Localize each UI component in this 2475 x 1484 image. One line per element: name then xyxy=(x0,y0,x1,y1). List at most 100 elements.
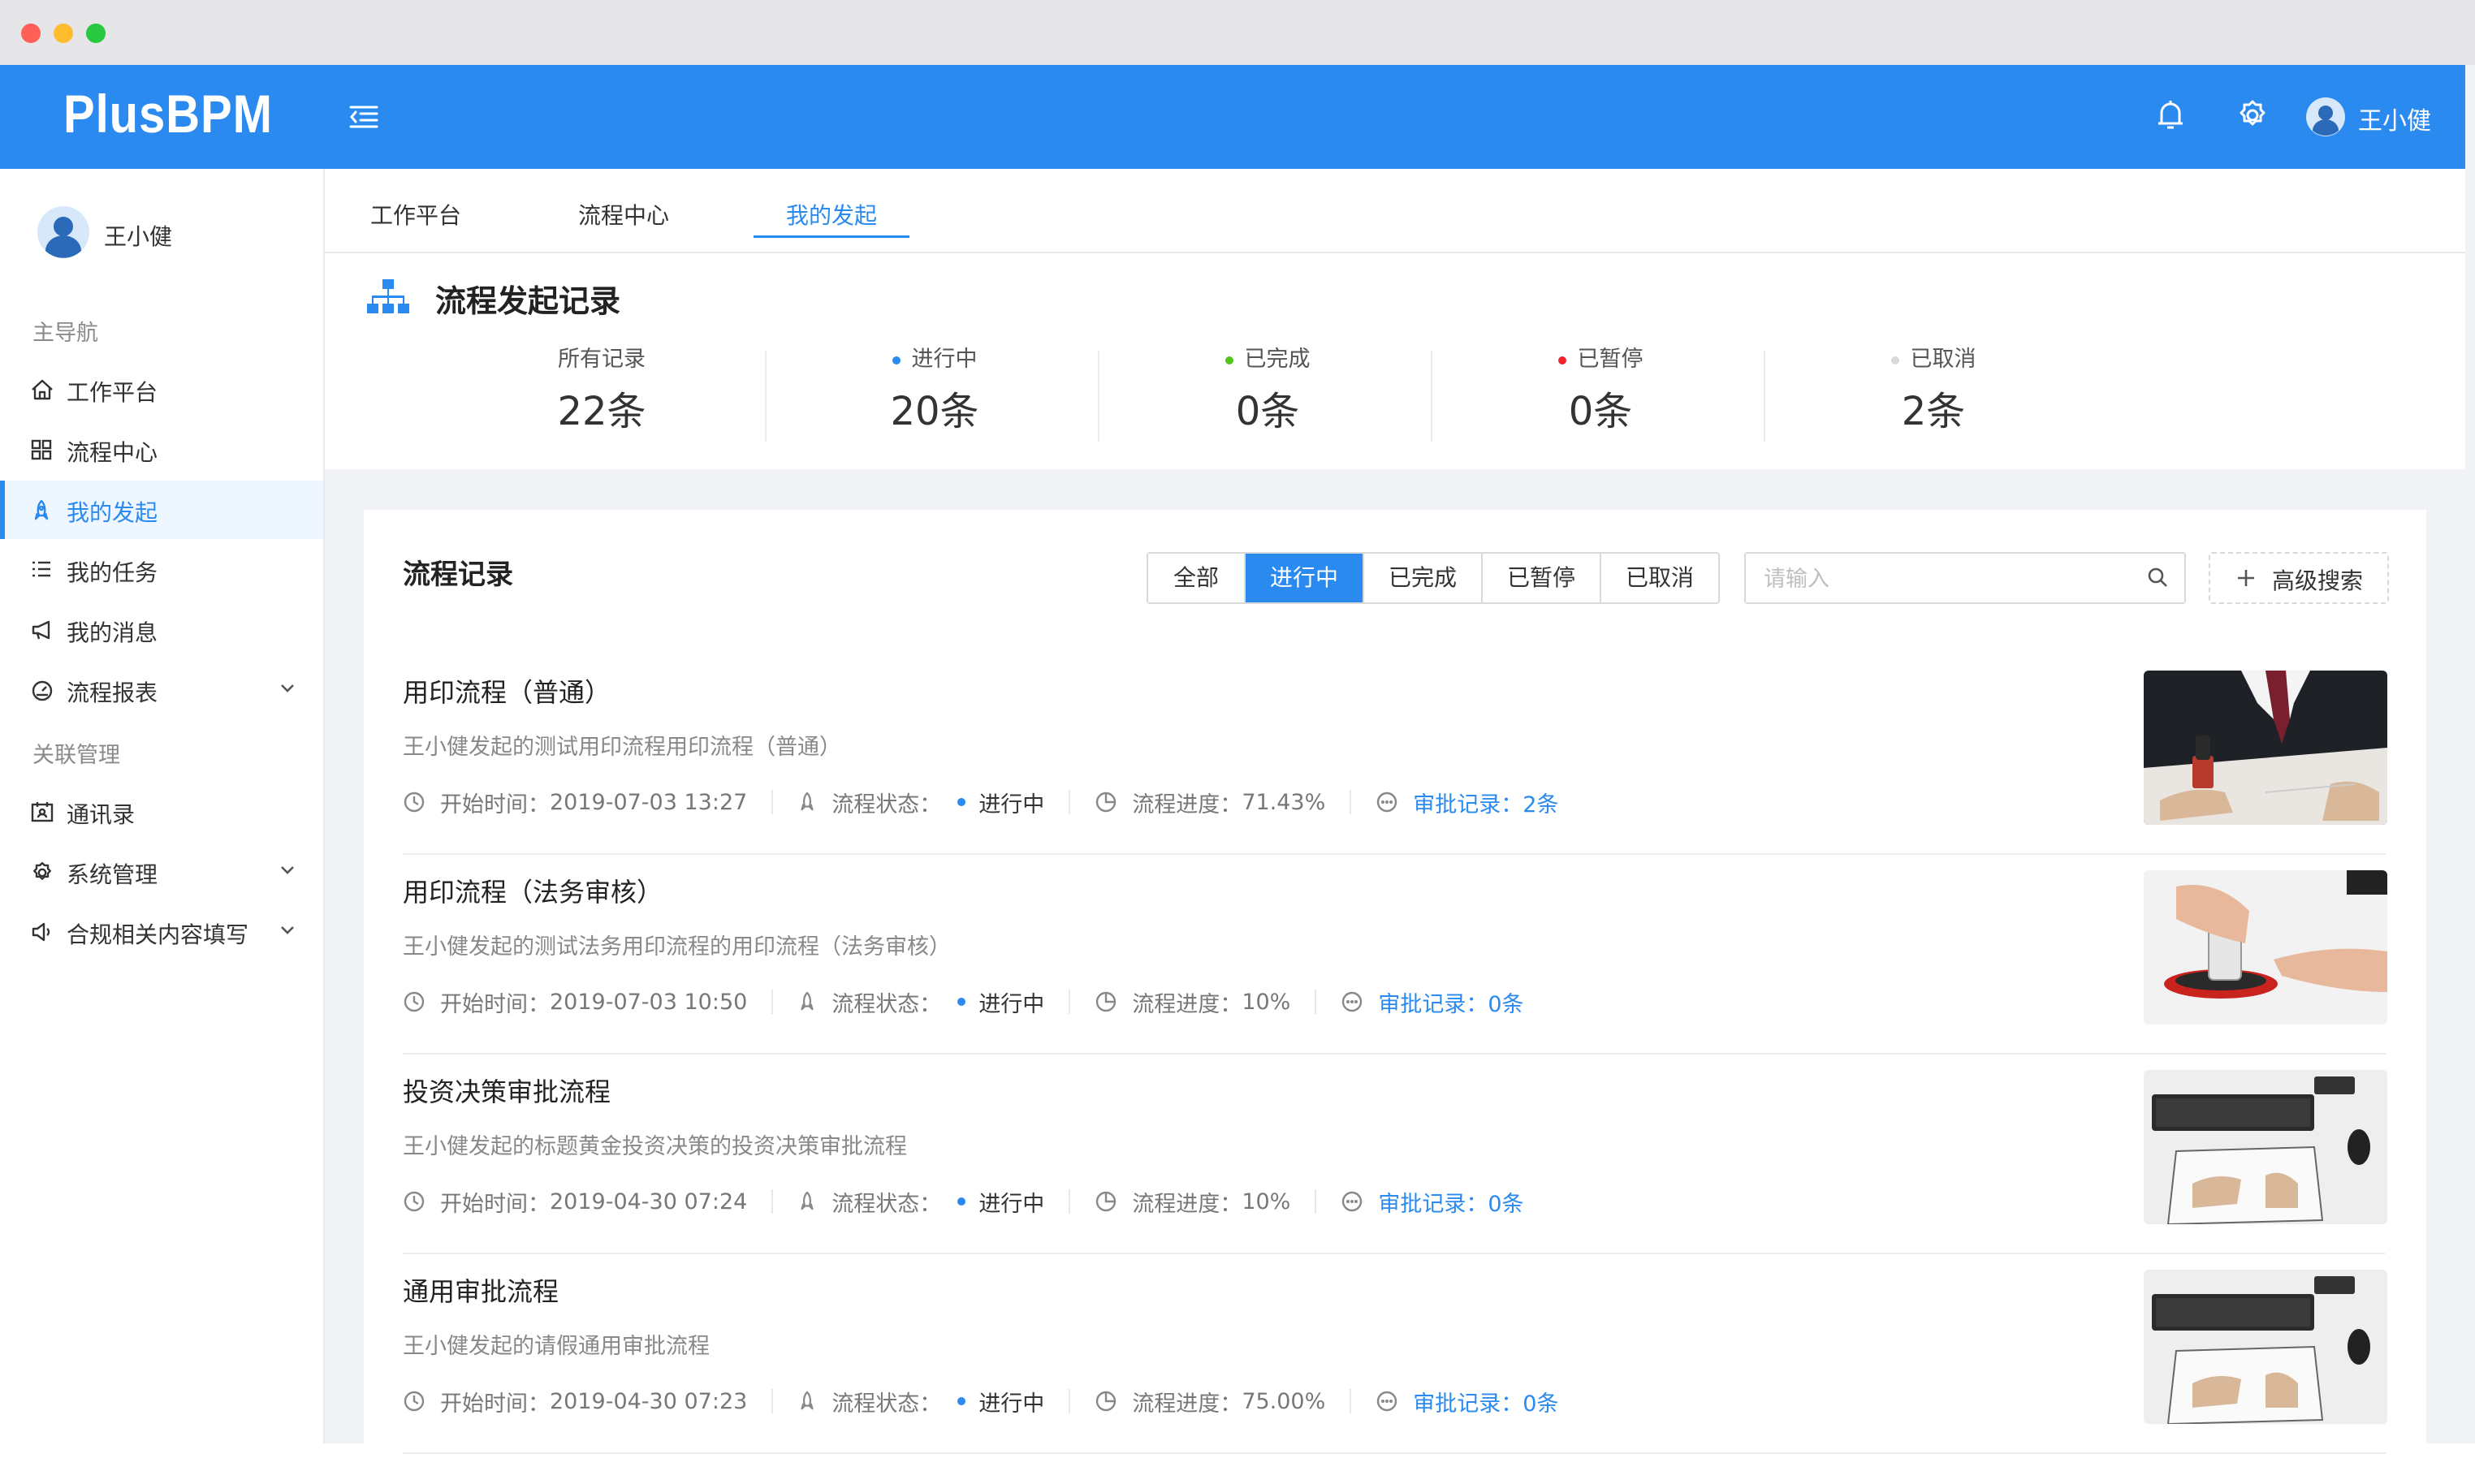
tab-process-center[interactable]: 流程中心 xyxy=(578,198,669,231)
sidebar-item-my-initiated[interactable]: 我的发起 xyxy=(0,481,323,539)
record-description: 王小健发起的请假通用审批流程 xyxy=(403,1334,710,1359)
filter-completed[interactable]: 已完成 xyxy=(1364,554,1483,602)
start-time-value: 2019-04-30 07:23 xyxy=(550,1388,748,1414)
filter-in-progress[interactable]: 进行中 xyxy=(1246,554,1364,602)
approval-record-link[interactable]: 审批记录： xyxy=(1378,1186,1488,1218)
bell-icon[interactable] xyxy=(2157,99,2184,132)
contacts-icon xyxy=(31,801,54,822)
tab-active-underline xyxy=(754,235,909,238)
list-icon xyxy=(31,559,52,579)
status-dot xyxy=(1557,356,1566,365)
record-title[interactable]: 用印流程（普通） xyxy=(403,672,611,710)
chevron-down-icon[interactable] xyxy=(279,683,296,694)
menu-fold-icon[interactable] xyxy=(349,104,378,130)
sidebar-item-my-tasks[interactable]: 我的任务 xyxy=(0,541,323,599)
sidebar-item-my-messages[interactable]: 我的消息 xyxy=(0,601,323,659)
chevron-down-icon[interactable] xyxy=(279,865,296,876)
sidebar-avatar[interactable] xyxy=(37,206,89,258)
stat-divider xyxy=(765,351,767,442)
filter-all[interactable]: 全部 xyxy=(1148,554,1246,602)
sound-icon xyxy=(31,921,54,943)
sidebar-item-contacts[interactable]: 通讯录 xyxy=(0,783,323,841)
record-thumbnail[interactable] xyxy=(2144,870,2387,1025)
org-chart-icon xyxy=(365,278,411,317)
record-thumbnail[interactable] xyxy=(2144,1270,2387,1424)
list-item[interactable]: 通用审批流程 王小健发起的请假通用审批流程 开始时间： 2019-04-30 07… xyxy=(364,1255,2426,1454)
stat-cancelled[interactable]: 已取消 2条 xyxy=(1767,341,2100,436)
clock-icon xyxy=(404,792,425,813)
records-card: 流程记录 全部 进行中 已完成 已暂停 已取消 高级搜索 用印流程（普通） 王小… xyxy=(364,510,2426,1484)
main-content: 工作平台 流程中心 我的发起 流程发起记录 所有记录 22条 进行中 20条 已… xyxy=(325,169,2465,1484)
stat-completed[interactable]: 已完成 0条 xyxy=(1101,341,1434,436)
sidebar-item-compliance[interactable]: 合规相关内容填写 xyxy=(0,903,323,961)
progress-value: 71.43% xyxy=(1242,789,1326,815)
progress-value: 10% xyxy=(1242,989,1291,1015)
rocket-icon xyxy=(31,499,52,522)
header-user-name[interactable]: 王小健 xyxy=(2358,101,2431,136)
progress-label: 流程进度： xyxy=(1132,792,1242,817)
approval-record-link[interactable]: 审批记录： xyxy=(1378,986,1488,1018)
record-meta: 开始时间： 2019-04-30 07:23 流程状态： 进行中 流程进度： 75.0… xyxy=(403,1385,1558,1417)
user-avatar-icon[interactable] xyxy=(2306,97,2345,136)
status-label: 流程状态： xyxy=(831,991,942,1017)
search-input[interactable] xyxy=(1762,562,2139,596)
status-dot xyxy=(957,1397,966,1405)
stat-in-progress[interactable]: 进行中 20条 xyxy=(768,341,1101,436)
summary-panel: 流程发起记录 所有记录 22条 进行中 20条 已完成 0条 已暂停 0条 已取… xyxy=(325,253,2465,469)
tab-workbench[interactable]: 工作平台 xyxy=(370,198,461,231)
sidebar-item-system-management[interactable]: 系统管理 xyxy=(0,843,323,901)
row-divider xyxy=(403,1053,2386,1055)
clock-icon xyxy=(404,991,425,1012)
sidebar-item-workbench[interactable]: 工作平台 xyxy=(0,360,323,419)
record-thumbnail[interactable] xyxy=(2144,1070,2387,1224)
record-thumbnail[interactable] xyxy=(2144,671,2387,825)
status-value: 进行中 xyxy=(978,792,1045,817)
window-maximize-button[interactable] xyxy=(86,24,106,43)
record-title[interactable]: 投资决策审批流程 xyxy=(403,1072,611,1109)
rocket-icon xyxy=(801,1191,814,1210)
message-icon xyxy=(1377,792,1397,813)
approval-count[interactable]: 2条 xyxy=(1523,787,1558,818)
record-title[interactable]: 用印流程（法务审核） xyxy=(403,872,663,909)
sidebar: 王小健 主导航 工作平台 流程中心 我的发起 我的任务 我的消息 流程报表 关联… xyxy=(0,169,325,1443)
window-close-button[interactable] xyxy=(21,24,41,43)
record-meta: 开始时间： 2019-07-03 13:27 流程状态： 进行中 流程进度： 71.4… xyxy=(403,786,1558,818)
list-item[interactable]: 用印流程（法务审核） 王小健发起的测试法务用印流程的用印流程（法务审核） 开始时… xyxy=(364,856,2426,1055)
stat-value: 0条 xyxy=(1568,389,1633,434)
filter-cancelled[interactable]: 已取消 xyxy=(1601,554,1718,602)
approval-count[interactable]: 0条 xyxy=(1523,1386,1558,1417)
stat-label: 已完成 xyxy=(1101,341,1434,373)
gear-icon[interactable] xyxy=(2236,99,2269,132)
stat-paused[interactable]: 已暂停 0条 xyxy=(1434,341,1767,436)
tab-my-initiated[interactable]: 我的发起 xyxy=(786,198,877,231)
advanced-search-button[interactable]: 高级搜索 xyxy=(2209,552,2389,604)
stat-all[interactable]: 所有记录 22条 xyxy=(435,341,768,436)
status-value: 进行中 xyxy=(978,1191,1045,1217)
home-icon xyxy=(31,379,54,400)
approval-count[interactable]: 0条 xyxy=(1488,986,1523,1018)
sidebar-item-process-center[interactable]: 流程中心 xyxy=(0,421,323,479)
chevron-down-icon[interactable] xyxy=(279,925,296,936)
status-value: 进行中 xyxy=(978,991,1045,1017)
approval-count[interactable]: 0条 xyxy=(1488,1186,1523,1218)
approval-record-link[interactable]: 审批记录： xyxy=(1413,787,1523,818)
record-meta: 开始时间： 2019-07-03 10:50 流程状态： 进行中 流程进度： 10% … xyxy=(403,986,1524,1018)
search-icon[interactable] xyxy=(2147,567,2168,588)
progress-label: 流程进度： xyxy=(1132,1191,1242,1217)
app-logo[interactable]: PlusBPM xyxy=(63,83,273,145)
record-title[interactable]: 通用审批流程 xyxy=(403,1271,559,1309)
dashboard-icon xyxy=(31,679,54,702)
approval-record-link[interactable]: 审批记录： xyxy=(1413,1386,1523,1417)
records-title: 流程记录 xyxy=(403,559,513,591)
message-icon xyxy=(1377,1391,1397,1412)
gear-icon xyxy=(31,861,54,884)
sidebar-item-process-reports[interactable]: 流程报表 xyxy=(0,661,323,719)
summary-title: 流程发起记录 xyxy=(435,283,621,319)
filter-paused[interactable]: 已暂停 xyxy=(1483,554,1601,602)
rocket-icon xyxy=(801,991,814,1011)
window-minimize-button[interactable] xyxy=(54,24,73,43)
list-item[interactable]: 投资决策审批流程 王小健发起的标题黄金投资决策的投资决策审批流程 开始时间： 20… xyxy=(364,1055,2426,1254)
start-time-label: 开始时间： xyxy=(440,1191,550,1217)
list-item[interactable]: 用印流程（普通） 王小健发起的测试用印流程用印流程（普通） 开始时间： 2019-… xyxy=(364,656,2426,855)
status-dot xyxy=(957,798,966,806)
